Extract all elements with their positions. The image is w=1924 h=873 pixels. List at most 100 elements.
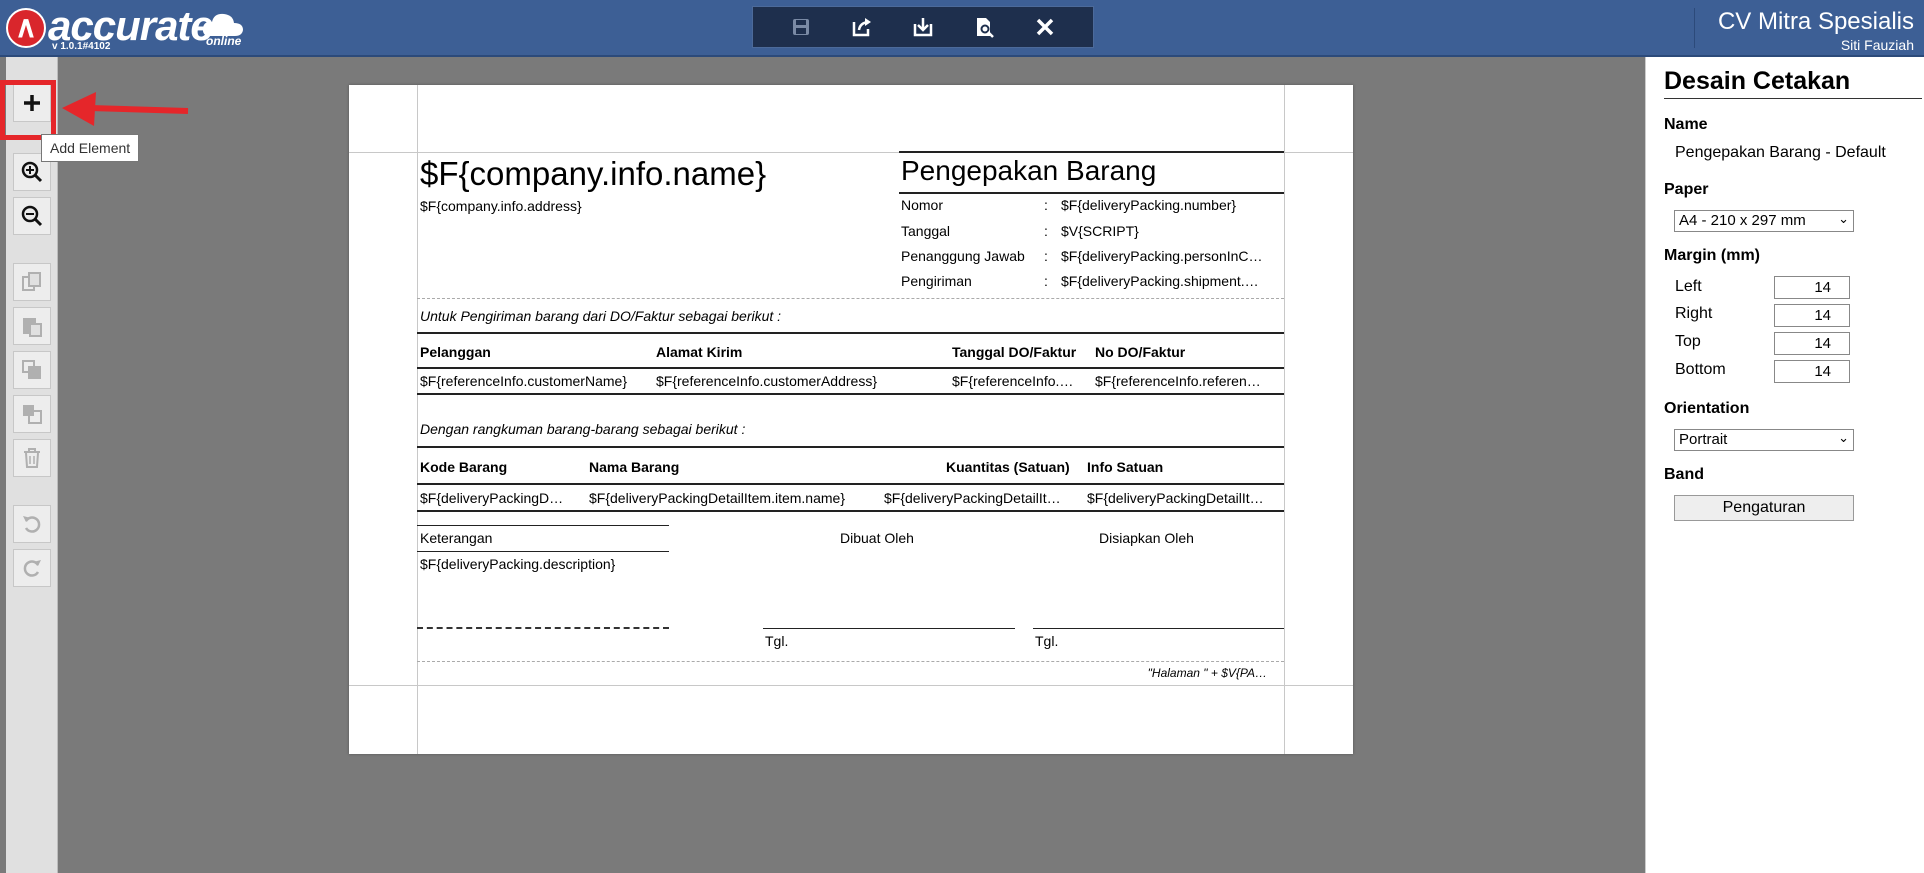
highlight-box (0, 80, 56, 140)
paste-icon (23, 318, 42, 337)
ref-header[interactable]: No DO/Faktur (1095, 344, 1185, 360)
bring-front-icon (22, 360, 41, 379)
prepared-by-label[interactable]: Disiapkan Oleh (1099, 530, 1194, 546)
zoom-out-button[interactable] (13, 197, 51, 235)
bring-front-button[interactable] (13, 351, 51, 389)
item-header[interactable]: Nama Barang (589, 459, 679, 475)
item-header-bottom-rule (417, 483, 1284, 485)
item-value[interactable]: $F{deliveryPackingDetailIt… (1087, 490, 1283, 506)
intro-text-2[interactable]: Dengan rangkuman barang-barang sebagai b… (420, 421, 745, 437)
tgl-label-2[interactable]: Tgl. (1035, 633, 1058, 649)
notes-label[interactable]: Keterangan (420, 530, 492, 546)
item-header[interactable]: Kuantitas (Satuan) (946, 459, 1070, 475)
orientation-select[interactable]: Portrait ⌄ (1674, 429, 1854, 451)
name-label: Name (1664, 116, 1708, 133)
margin-left-label: Left (1675, 278, 1702, 295)
field-sep: : (1044, 197, 1048, 213)
item-values-bottom-rule (417, 510, 1284, 512)
ref-value[interactable]: $F{referenceInfo.customerName} (420, 373, 652, 389)
band-settings-button[interactable]: Pengaturan (1674, 495, 1854, 521)
margin-label: Margin (mm) (1664, 247, 1760, 264)
export-icon[interactable] (842, 9, 882, 45)
company-info: CV Mitra Spesialis Siti Fauziah (1718, 8, 1914, 53)
zoom-out-icon (21, 205, 43, 227)
margin-top-input[interactable]: 14 (1774, 332, 1850, 355)
properties-panel: Desain Cetakan Name Pengepakan Barang - … (1645, 57, 1924, 873)
band-separator (417, 298, 1284, 299)
item-value[interactable]: $F{deliveryPackingDetailItem.item.name} (589, 490, 884, 506)
field-value[interactable]: $F{deliveryPacking.shipment.… (1061, 273, 1283, 289)
report-page[interactable]: $F{company.info.name} $F{company.info.ad… (349, 85, 1353, 754)
preview-icon[interactable] (964, 9, 1004, 45)
delete-button[interactable] (13, 439, 51, 477)
field-sep: : (1044, 273, 1048, 289)
name-value: Pengepakan Barang - Default (1675, 144, 1886, 161)
ref-header-top-rule (417, 332, 1284, 334)
notes-label-rule (417, 551, 669, 552)
item-header[interactable]: Info Satuan (1087, 459, 1163, 475)
company-address-field[interactable]: $F{company.info.address} (420, 198, 582, 214)
redo-icon (23, 560, 41, 577)
paper-select-value: A4 - 210 x 297 mm (1679, 212, 1806, 229)
field-value[interactable]: $F{deliveryPacking.personInC… (1061, 248, 1283, 264)
left-toolbar (6, 57, 58, 873)
item-value[interactable]: $F{deliveryPackingDetailIt… (884, 490, 1082, 506)
page-footer-separator (417, 661, 1284, 662)
app-logo[interactable]: ∧ accurate online v 1.0.1#4102 (6, 2, 246, 52)
margin-bottom-input[interactable]: 14 (1774, 360, 1850, 383)
orientation-select-value: Portrait (1679, 431, 1728, 448)
made-by-label[interactable]: Dibuat Oleh (840, 530, 914, 546)
ref-value[interactable]: $F{referenceInfo.customerAddress} (656, 373, 948, 389)
item-header[interactable]: Kode Barang (420, 459, 507, 475)
margin-left-input[interactable]: 14 (1774, 276, 1850, 299)
paper-label: Paper (1664, 181, 1709, 198)
intro-text-1[interactable]: Untuk Pengiriman barang dari DO/Faktur s… (420, 308, 781, 324)
paper-select[interactable]: A4 - 210 x 297 mm ⌄ (1674, 210, 1854, 232)
title-top-rule (899, 151, 1284, 153)
margin-bottom-label: Bottom (1675, 361, 1726, 378)
notes-value[interactable]: $F{deliveryPacking.description} (420, 556, 615, 572)
title-bottom-rule (899, 192, 1284, 194)
field-label[interactable]: Nomor (901, 197, 943, 213)
field-value[interactable]: $F{deliveryPacking.number} (1061, 197, 1283, 213)
company-name: CV Mitra Spesialis (1717, 8, 1914, 35)
item-value[interactable]: $F{deliveryPackingD… (420, 490, 585, 506)
add-element-tooltip: Add Element (41, 134, 140, 162)
user-name[interactable]: Siti Fauziah (1718, 37, 1914, 53)
margin-line-left (417, 85, 418, 754)
header-divider (1694, 8, 1695, 48)
ref-values-bottom-rule (417, 393, 1284, 395)
paste-button[interactable] (13, 307, 51, 345)
import-icon[interactable] (903, 9, 943, 45)
arrow-annotation (62, 92, 189, 126)
panel-title: Desain Cetakan (1664, 67, 1922, 99)
field-label[interactable]: Tanggal (901, 223, 950, 239)
notes-top-rule (417, 525, 669, 526)
field-label[interactable]: Pengiriman (901, 273, 972, 289)
band-label: Band (1664, 466, 1704, 483)
doc-title[interactable]: Pengepakan Barang (901, 155, 1156, 187)
copy-button[interactable] (13, 263, 51, 301)
margin-top-label: Top (1675, 333, 1701, 350)
ref-header[interactable]: Tanggal DO/Faktur (952, 344, 1076, 360)
signature-line-1 (763, 628, 1015, 629)
copy-icon (22, 272, 41, 291)
ref-header-bottom-rule (417, 367, 1284, 369)
ref-value[interactable]: $F{referenceInfo.referen… (1095, 373, 1283, 389)
ref-value[interactable]: $F{referenceInfo.… (952, 373, 1091, 389)
tgl-label-1[interactable]: Tgl. (765, 633, 788, 649)
app-header: ∧ accurate online v 1.0.1#4102 CV Mitra … (0, 0, 1924, 57)
ref-header[interactable]: Pelanggan (420, 344, 491, 360)
page-number-field[interactable]: "Halaman " + $V{PA… (1127, 666, 1267, 680)
field-label[interactable]: Penanggung Jawab (901, 248, 1025, 264)
redo-button[interactable] (13, 549, 51, 587)
field-value[interactable]: $V{SCRIPT} (1061, 223, 1283, 239)
margin-right-input[interactable]: 14 (1774, 304, 1850, 327)
company-name-field[interactable]: $F{company.info.name} (420, 155, 766, 193)
undo-button[interactable] (13, 505, 51, 543)
save-icon[interactable] (781, 9, 821, 45)
ref-header[interactable]: Alamat Kirim (656, 344, 742, 360)
item-header-top-rule (417, 446, 1284, 448)
close-icon[interactable] (1025, 9, 1065, 45)
send-back-button[interactable] (13, 395, 51, 433)
